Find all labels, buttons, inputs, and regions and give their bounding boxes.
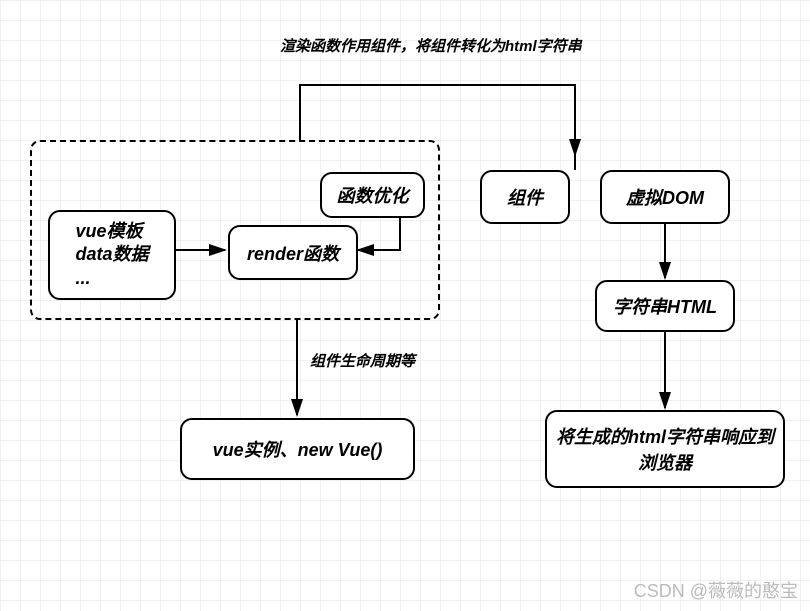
render-function-box: render函数: [228, 225, 358, 280]
response-box: 将生成的html字符串响应到浏览器: [545, 410, 785, 488]
watermark-text: CSDN @薇薇的憨宝: [634, 577, 798, 603]
html-string-text: 字符串HTML: [613, 293, 717, 319]
vue-instance-box: vue实例、new Vue(): [180, 418, 415, 480]
response-text: 将生成的html字符串响应到浏览器: [553, 423, 777, 475]
lifecycle-label: 组件生命周期等: [310, 350, 415, 371]
vue-template-box: vue模板 data数据 ...: [48, 210, 176, 300]
html-string-box: 字符串HTML: [595, 280, 735, 332]
component-text: 组件: [507, 184, 543, 210]
top-annotation-label: 渲染函数作用组件，将组件转化为html字符串: [280, 35, 582, 56]
render-function-text: render函数: [247, 240, 339, 266]
vue-instance-text: vue实例、new Vue(): [213, 436, 383, 462]
function-optimize-box: 函数优化: [320, 172, 425, 218]
vue-template-text: vue模板 data数据 ...: [75, 220, 148, 290]
function-optimize-text: 函数优化: [337, 182, 409, 208]
component-box: 组件: [480, 170, 570, 224]
virtual-dom-text: 虚拟DOM: [626, 184, 704, 210]
virtual-dom-box: 虚拟DOM: [600, 170, 730, 224]
